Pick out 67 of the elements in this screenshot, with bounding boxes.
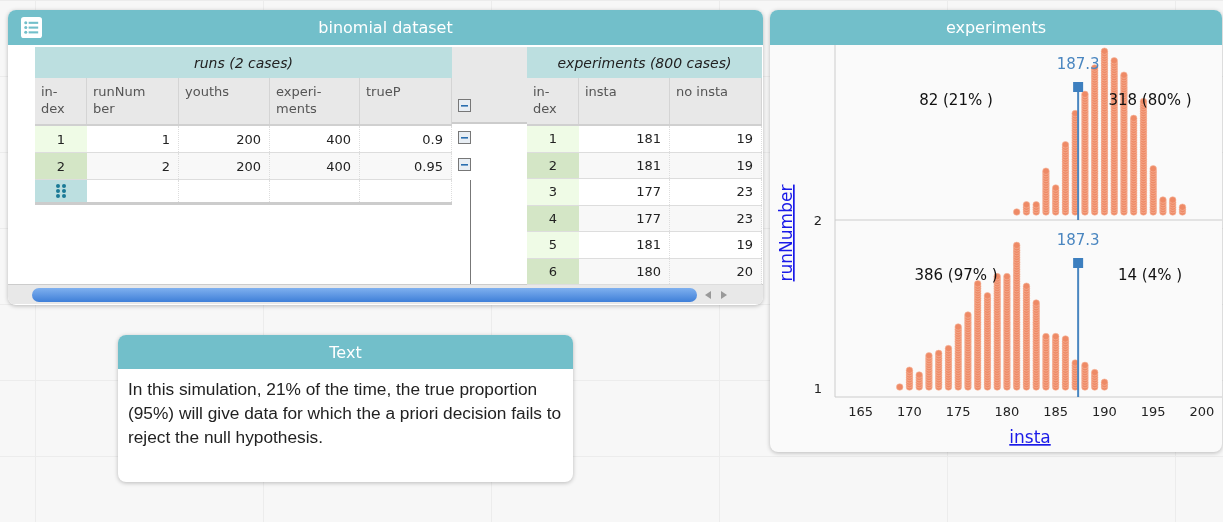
table-cell: 1 xyxy=(87,126,179,152)
index-cell[interactable]: 4 xyxy=(527,205,579,231)
table-cell: 200 xyxy=(179,153,270,179)
x-axis-label[interactable]: insta xyxy=(1009,427,1051,447)
table-cell: 181 xyxy=(579,152,670,178)
y-axis-label[interactable]: runNumber xyxy=(776,184,796,282)
column-header[interactable]: experi- ments xyxy=(270,78,360,124)
drag-handle-icon[interactable] xyxy=(55,183,67,199)
table-cell: 400 xyxy=(270,126,360,152)
mean-value-label: 187.3 xyxy=(1056,55,1100,73)
table-cell: 177 xyxy=(579,179,670,205)
movable-value-line[interactable] xyxy=(1073,82,1084,221)
index-cell[interactable]: 2 xyxy=(35,153,87,179)
table-cell: 19 xyxy=(670,152,762,178)
table-icon[interactable] xyxy=(21,17,42,38)
index-cell[interactable]: 1 xyxy=(527,126,579,152)
axis-tick-label: 185 xyxy=(1043,404,1069,419)
count-label: 318 (80% ) xyxy=(1108,91,1192,109)
table-title: binomial dataset xyxy=(318,18,453,37)
mean-value-label: 187.3 xyxy=(1056,231,1100,249)
table-cell: 19 xyxy=(670,126,762,152)
collapse-icon[interactable] xyxy=(458,131,471,144)
collapse-icon[interactable] xyxy=(458,158,471,171)
table-cell: 23 xyxy=(670,179,762,205)
column-header[interactable]: runNum ber xyxy=(87,78,179,124)
collection-title: experiments (800 cases) xyxy=(527,47,762,78)
axis-tick-label: 175 xyxy=(945,404,971,419)
text-title: Text xyxy=(329,342,362,362)
column-header[interactable]: in- dex xyxy=(527,78,579,124)
table-cell: 23 xyxy=(670,205,762,231)
collapse-icon[interactable] xyxy=(458,99,471,112)
table-cell: 181 xyxy=(579,126,670,152)
graph-title: experiments xyxy=(945,18,1047,37)
table-cell: 177 xyxy=(579,205,670,231)
collection-title: runs (2 cases) xyxy=(35,47,452,78)
table-cell: 181 xyxy=(579,232,670,258)
axis-tick-label: 190 xyxy=(1092,404,1117,419)
count-label: 386 (97% ) xyxy=(914,266,998,284)
table-cell: 20 xyxy=(670,258,762,284)
table-cell: 400 xyxy=(270,153,360,179)
column-header[interactable]: no insta xyxy=(670,78,762,124)
scroll-right-icon[interactable] xyxy=(719,289,729,300)
index-cell[interactable]: 1 xyxy=(35,126,87,152)
scrollbar-thumb[interactable] xyxy=(32,287,697,302)
count-label: 82 (21% ) xyxy=(919,91,993,109)
table-cell: 2 xyxy=(87,153,179,179)
movable-value-line[interactable] xyxy=(1073,258,1084,398)
count-label: 14 (4% ) xyxy=(1117,266,1183,284)
axis-tick-label: 200 xyxy=(1189,404,1215,419)
index-cell[interactable]: 3 xyxy=(527,179,579,205)
axis-tick-label: 170 xyxy=(897,404,922,419)
axis-tick-label: 180 xyxy=(994,404,1020,419)
table-cell: 19 xyxy=(670,232,762,258)
axis-tick-label: 1 xyxy=(813,381,823,396)
column-header[interactable]: in- dex xyxy=(35,78,87,124)
index-cell[interactable]: 2 xyxy=(527,152,579,178)
axis-tick-label: 195 xyxy=(1140,404,1166,419)
table-cell: 200 xyxy=(179,126,270,152)
table-cell: 180 xyxy=(579,258,670,284)
axis-tick-label: 2 xyxy=(813,213,823,228)
index-cell[interactable]: 6 xyxy=(527,258,579,284)
axis-tick-label: 165 xyxy=(848,404,874,419)
text-paragraph[interactable]: In this simulation, 21% of the time, the true proportion (95%) will give data for which the a priori decision fails to reject the null hypothesis. xyxy=(118,369,573,457)
index-cell[interactable]: 5 xyxy=(527,232,579,258)
column-header[interactable]: insta xyxy=(579,78,670,124)
column-header[interactable]: youths xyxy=(179,78,270,124)
scroll-left-icon[interactable] xyxy=(703,289,713,300)
